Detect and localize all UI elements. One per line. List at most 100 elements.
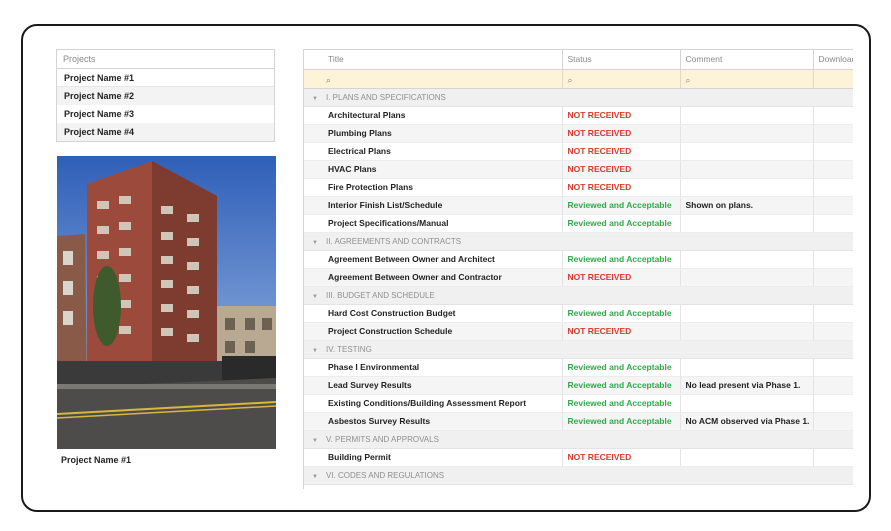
comment-cell[interactable] [680, 448, 814, 467]
comment-cell[interactable] [680, 178, 814, 197]
download-cell[interactable] [813, 214, 853, 233]
comment-cell[interactable] [680, 304, 814, 323]
project-list-item[interactable]: Project Name #3 [57, 105, 274, 123]
group-label: VI. CODES AND REGULATIONS [326, 470, 445, 480]
download-cell[interactable] [813, 160, 853, 179]
group-row[interactable]: ▼ I. PLANS AND SPECIFICATIONS [304, 88, 853, 107]
header-row: Title Status Comment Download [304, 50, 853, 70]
chevron-down-icon[interactable]: ▼ [304, 438, 326, 444]
project-list-item[interactable]: Project Name #4 [57, 123, 274, 141]
status-badge: NOT RECEIVED [562, 322, 681, 341]
status-badge: Reviewed and Acceptable [562, 412, 681, 431]
table-row[interactable]: Lead Survey Results Reviewed and Acceptab… [304, 376, 853, 395]
document-title: HVAC Plans [304, 160, 563, 179]
column-header-status[interactable]: Status [562, 50, 681, 70]
comment-cell[interactable] [680, 358, 814, 377]
documents-grid: Title Status Comment Download ⌕ ⌕ ⌕ ▼ I. … [303, 49, 853, 489]
group-row[interactable]: ▼ V. PERMITS AND APPROVALS [304, 430, 853, 449]
status-badge: Reviewed and Acceptable [562, 376, 681, 395]
table-row[interactable]: Plumbing Plans NOT RECEIVED [304, 124, 853, 143]
comment-cell[interactable] [680, 106, 814, 125]
status-badge: NOT RECEIVED [562, 124, 681, 143]
comment-cell[interactable] [680, 394, 814, 413]
document-title: Agreement Between Owner and Contractor [304, 268, 563, 287]
download-cell[interactable] [813, 376, 853, 395]
group-cell: ▼ III. BUDGET AND SCHEDULE [304, 286, 853, 305]
comment-cell[interactable] [680, 124, 814, 143]
status-badge: Reviewed and Acceptable [562, 214, 681, 233]
download-cell[interactable] [813, 304, 853, 323]
download-cell[interactable] [813, 106, 853, 125]
column-header-title[interactable]: Title [304, 50, 563, 70]
download-cell[interactable] [813, 412, 853, 431]
comment-cell[interactable] [680, 160, 814, 179]
table-row[interactable]: Interior Finish List/Schedule Reviewed an… [304, 196, 853, 215]
download-cell[interactable] [813, 448, 853, 467]
table-row[interactable]: Agreement Between Owner and Architect Rev… [304, 250, 853, 269]
table-row[interactable]: Electrical Plans NOT RECEIVED [304, 142, 853, 161]
table-row[interactable]: Agreement Between Owner and Contractor NO… [304, 268, 853, 287]
table-row[interactable]: Architectural Plans NOT RECEIVED [304, 106, 853, 125]
comment-cell[interactable] [680, 268, 814, 287]
table-row[interactable]: Project Specifications/Manual Reviewed an… [304, 214, 853, 233]
project-items: Project Name #1 Project Name #2 Project Na… [57, 69, 274, 141]
document-title: Fire Protection Plans [304, 178, 563, 197]
group-row[interactable]: ▼ VI. CODES AND REGULATIONS [304, 466, 853, 485]
table-row[interactable]: Building Permit NOT RECEIVED [304, 448, 853, 467]
status-filter-input[interactable]: ⌕ [562, 69, 681, 89]
table-row[interactable]: Project Construction Schedule NOT RECEIVE… [304, 322, 853, 341]
building-photo-illustration [57, 156, 276, 449]
download-cell[interactable] [813, 394, 853, 413]
column-header-comment[interactable]: Comment [680, 50, 814, 70]
group-row[interactable]: ▼ II. AGREEMENTS AND CONTRACTS [304, 232, 853, 251]
title-filter-input[interactable]: ⌕ [304, 69, 563, 89]
table-row[interactable]: Asbestos Survey Results Reviewed and Acce… [304, 412, 853, 431]
photo-caption: Project Name #1 [61, 455, 132, 465]
group-cell: ▼ II. AGREEMENTS AND CONTRACTS [304, 232, 853, 251]
chevron-down-icon[interactable]: ▼ [304, 240, 326, 246]
project-list-item[interactable]: Project Name #2 [57, 87, 274, 105]
group-row[interactable]: ▼ IV. TESTING [304, 340, 853, 359]
grid-body: ▼ I. PLANS AND SPECIFICATIONS Architectura… [304, 88, 853, 485]
download-cell[interactable] [813, 196, 853, 215]
document-title: Asbestos Survey Results [304, 412, 563, 431]
document-title: Interior Finish List/Schedule [304, 196, 563, 215]
status-badge: NOT RECEIVED [562, 448, 681, 467]
download-cell[interactable] [813, 250, 853, 269]
table-row[interactable]: Phase I Environmental Reviewed and Accept… [304, 358, 853, 377]
project-list-item[interactable]: Project Name #1 [57, 69, 274, 87]
comment-cell[interactable]: No ACM observed via Phase 1. [680, 412, 814, 431]
table-row[interactable]: HVAC Plans NOT RECEIVED [304, 160, 853, 179]
filter-row: ⌕ ⌕ ⌕ [304, 69, 853, 89]
document-title: Hard Cost Construction Budget [304, 304, 563, 323]
download-cell[interactable] [813, 142, 853, 161]
chevron-down-icon[interactable]: ▼ [304, 294, 326, 300]
download-cell[interactable] [813, 322, 853, 341]
status-badge: NOT RECEIVED [562, 106, 681, 125]
search-icon: ⌕ [326, 74, 332, 85]
chevron-down-icon[interactable]: ▼ [304, 96, 326, 102]
download-cell[interactable] [813, 124, 853, 143]
project-photo [57, 156, 276, 449]
chevron-down-icon[interactable]: ▼ [304, 474, 326, 480]
comment-cell[interactable] [680, 142, 814, 161]
group-cell: ▼ IV. TESTING [304, 340, 853, 359]
table-row[interactable]: Fire Protection Plans NOT RECEIVED [304, 178, 853, 197]
group-label: V. PERMITS AND APPROVALS [326, 434, 439, 444]
document-title: Architectural Plans [304, 106, 563, 125]
comment-cell[interactable]: No lead present via Phase 1. [680, 376, 814, 395]
comment-cell[interactable] [680, 250, 814, 269]
table-row[interactable]: Existing Conditions/Building Assessment … [304, 394, 853, 413]
download-cell[interactable] [813, 268, 853, 287]
group-row[interactable]: ▼ III. BUDGET AND SCHEDULE [304, 286, 853, 305]
chevron-down-icon[interactable]: ▼ [304, 348, 326, 354]
comment-filter-input[interactable]: ⌕ [680, 69, 814, 89]
download-cell[interactable] [813, 358, 853, 377]
comment-cell[interactable] [680, 322, 814, 341]
comment-cell[interactable]: Shown on plans. [680, 196, 814, 215]
download-cell[interactable] [813, 178, 853, 197]
column-header-download[interactable]: Download [813, 50, 853, 70]
table-row[interactable]: Hard Cost Construction Budget Reviewed an… [304, 304, 853, 323]
comment-cell[interactable] [680, 214, 814, 233]
status-badge: Reviewed and Acceptable [562, 304, 681, 323]
